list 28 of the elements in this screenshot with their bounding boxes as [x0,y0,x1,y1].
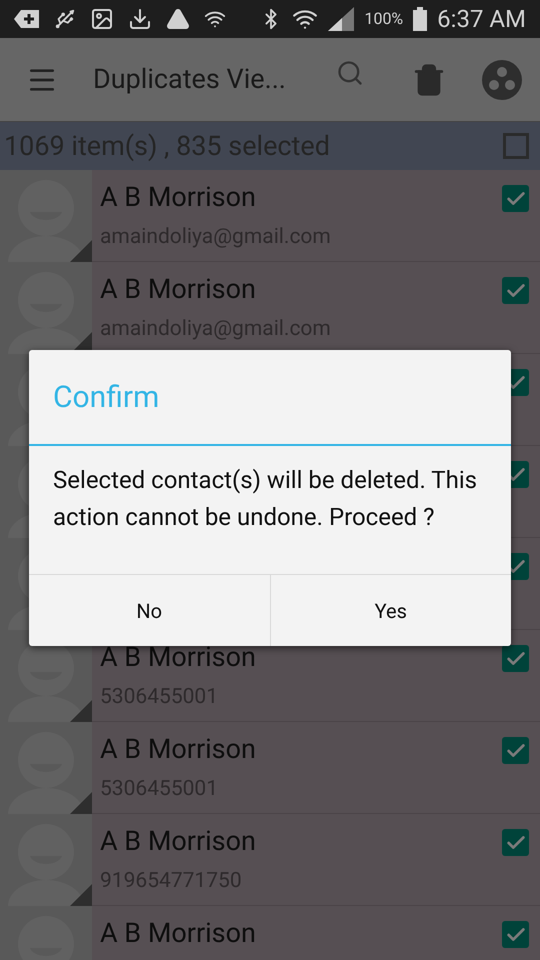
download-icon [128,7,152,31]
signal-icon [328,7,354,31]
battery-percent: 100% [364,8,404,30]
battery-icon [413,7,428,31]
contact-name: A B Morrison [100,916,257,950]
checkbox[interactable] [503,133,529,159]
contact-name: A B Morrison [100,732,257,766]
checkbox[interactable] [502,277,529,304]
delete-button[interactable] [412,62,446,96]
image-icon [90,7,114,31]
contact-name: A B Morrison [100,824,257,858]
checkbox[interactable] [502,185,529,212]
checkbox[interactable] [502,645,529,672]
checkbox[interactable] [502,737,529,764]
usb-icon [54,8,76,30]
checkbox[interactable] [502,921,529,948]
notification-tag-icon [14,9,40,29]
toolbar-title: Duplicates Vie... [93,62,286,98]
checkbox[interactable] [502,829,529,856]
account-circle-icon[interactable] [482,60,522,100]
contact-name: A B Morrison [100,180,257,214]
clock: 6:37 AM [437,4,526,35]
dialog-message: Selected contact(s) will be deleted. This action cannot be undone. Proceed ? [53,465,478,533]
warning-icon [166,7,190,31]
dialog-title: Confirm [53,378,160,416]
search-button[interactable] [336,58,364,86]
contact-name: A B Morrison [100,272,257,306]
dialog-button[interactable]: Yes [270,575,511,646]
